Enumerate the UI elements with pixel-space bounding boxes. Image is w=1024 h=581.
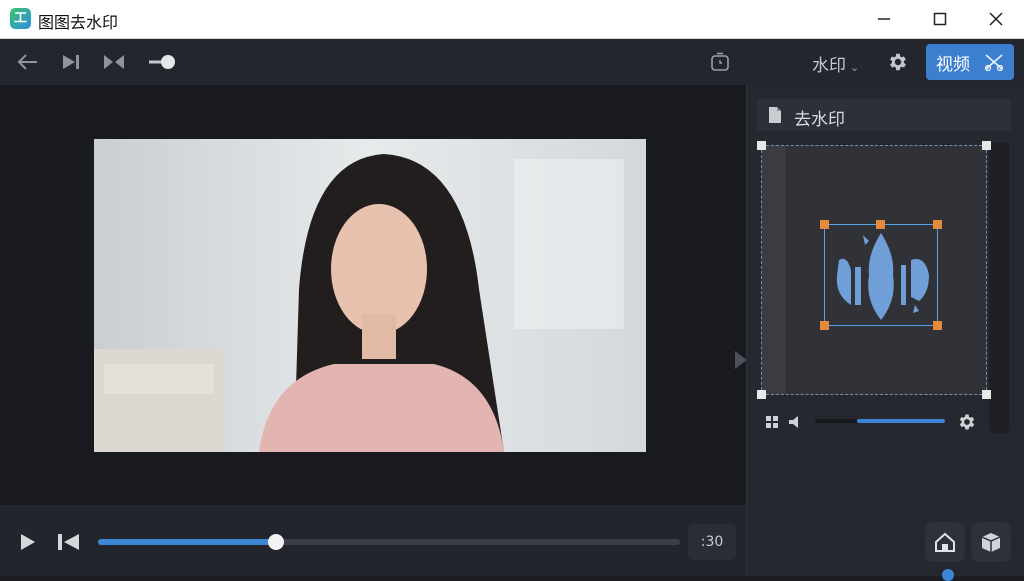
video-frame[interactable] [94,139,646,452]
video-mode-button[interactable]: 视频 [926,44,1014,80]
home-upload-icon [935,532,955,552]
selection-handle[interactable] [876,220,885,229]
selection-handle[interactable] [933,220,942,229]
selection-handle[interactable] [820,220,829,229]
crop-corner-handle[interactable] [757,390,766,399]
playback-controls: :30 [0,505,746,576]
minimize-icon [878,18,890,20]
panel-scrollbar[interactable] [989,143,1009,433]
slider-toggle[interactable] [146,48,178,76]
progress-bar[interactable] [98,534,680,550]
back-button[interactable] [13,48,41,76]
volume-fill [856,419,945,423]
crop-corner-handle[interactable] [982,141,991,150]
close-button[interactable] [976,4,1016,34]
selection-handle[interactable] [933,321,942,330]
progress-fill [98,539,277,545]
grid-icon[interactable] [765,415,779,429]
time-display: :30 [688,524,736,560]
gear-icon[interactable] [957,412,977,432]
watermark-preview[interactable] [757,141,991,399]
close-icon [989,12,1003,26]
app-logo-icon: 工 [10,8,31,29]
box-icon [981,533,1001,552]
minimize-button[interactable] [864,4,904,34]
play-icon [21,534,35,550]
maximize-button[interactable] [920,4,960,34]
watermark-glyph-icon [836,233,929,320]
crop-corner-handle[interactable] [982,390,991,399]
toolbar: 水印 ⌄ 视频 [0,39,1024,85]
slider-toggle-icon [149,55,175,69]
split-icon [104,55,124,69]
app-title: 图图去水印 [38,13,119,32]
panel-header: 去水印 [757,99,1011,131]
watermark-dropdown[interactable]: 水印 ⌄ [812,51,859,76]
export-button[interactable] [925,522,965,562]
document-icon [769,107,781,123]
split-button[interactable] [100,48,128,76]
gear-icon [890,53,906,71]
title-bar: 工 图图去水印 [0,0,1024,39]
skip-back-icon [58,534,79,550]
watermark-panel: 去水印 [746,85,1024,581]
skip-forward-icon [63,55,79,69]
package-button[interactable] [971,522,1011,562]
maximize-icon [933,12,947,26]
scissors-icon [984,54,1004,71]
back-arrow-icon [17,54,37,70]
video-frame-image [94,139,646,452]
panel-title: 去水印 [794,110,845,130]
watermark-dropdown-label: 水印 [812,56,846,76]
frame-step-button[interactable] [55,529,83,555]
volume-slider[interactable] [815,419,945,423]
skip-forward-button[interactable] [57,48,85,76]
video-mode-label: 视频 [936,54,970,75]
play-button[interactable] [14,529,40,555]
panel-indicator-dot [942,569,954,581]
chevron-down-icon: ⌄ [850,61,860,74]
speaker-icon[interactable] [787,414,805,430]
video-stage [0,85,747,505]
preview-strip [762,146,786,394]
selection-handle[interactable] [820,321,829,330]
settings-button[interactable] [884,48,912,76]
watermark-selection-box[interactable] [820,220,942,330]
progress-knob[interactable] [268,534,285,550]
timer-icon [711,52,729,71]
timer-button[interactable] [706,48,734,76]
crop-corner-handle[interactable] [757,141,766,150]
preview-tools [761,411,981,433]
